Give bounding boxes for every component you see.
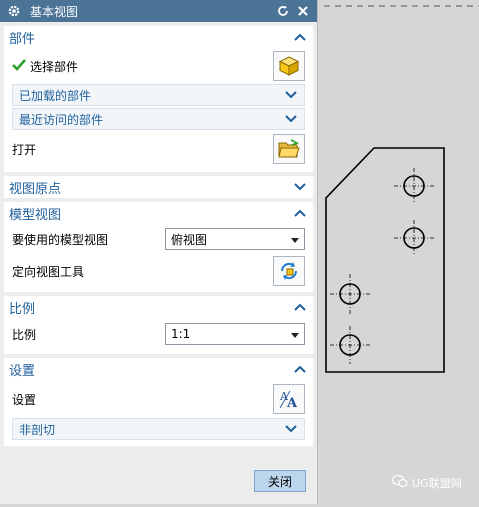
settings-button[interactable]: AA: [273, 384, 305, 414]
reset-icon[interactable]: [275, 3, 291, 19]
open-label: 打开: [12, 142, 37, 157]
text-style-icon: AA: [279, 390, 298, 410]
drawing-canvas[interactable]: [318, 0, 479, 504]
scale-select[interactable]: 1:1: [165, 323, 305, 345]
chevron-down-icon: [284, 112, 298, 126]
model-view-to-use-label: 要使用的模型视图: [12, 232, 109, 247]
chevron-down-icon: [284, 422, 298, 436]
select-part-label: 选择部件: [30, 59, 79, 74]
watermark: UG联盟网: [391, 474, 462, 491]
basic-view-dialog: 基本视图 部件 选择部件 已加载的部件 最近访问的部件 打开 视图原点 模型视图…: [0, 0, 318, 504]
model-view-section: 模型视图 要使用的模型视图 俯视图 定向视图工具: [4, 202, 313, 292]
view-origin-section: 视图原点: [4, 176, 313, 198]
loaded-parts-dropdown[interactable]: 已加载的部件: [12, 84, 305, 106]
check-icon: [12, 58, 26, 74]
part-outline-drawing: [324, 5, 479, 373]
dialog-titlebar: 基本视图: [0, 0, 317, 22]
recent-parts-dropdown[interactable]: 最近访问的部件: [12, 108, 305, 130]
settings-label: 设置: [12, 392, 37, 407]
view-origin-label: 视图原点: [9, 181, 62, 197]
part-section-header[interactable]: 部件: [4, 26, 313, 48]
orient-tool-row: 定向视图工具: [4, 254, 313, 288]
scale-section-label: 比例: [9, 301, 36, 317]
dialog-title: 基本视图: [30, 4, 79, 19]
dropdown-arrow-icon: [291, 327, 299, 341]
recent-parts-label: 最近访问的部件: [19, 112, 104, 127]
chevron-up-icon[interactable]: [293, 362, 307, 376]
model-view-header[interactable]: 模型视图: [4, 202, 313, 224]
orient-view-icon: [280, 262, 298, 280]
select-part-button[interactable]: [273, 51, 305, 81]
model-view-select[interactable]: 俯视图: [165, 228, 305, 250]
scale-row: 比例 1:1: [4, 318, 313, 350]
hole-feature: [394, 220, 434, 256]
select-part-row: 选择部件: [4, 48, 313, 84]
scale-header[interactable]: 比例: [4, 296, 313, 318]
chevron-up-icon[interactable]: [293, 30, 307, 44]
chevron-down-icon[interactable]: [293, 180, 307, 194]
svg-text:A: A: [286, 396, 298, 410]
model-view-row: 要使用的模型视图 俯视图: [4, 224, 313, 254]
scale-label: 比例: [12, 327, 37, 342]
chevron-up-icon[interactable]: [293, 300, 307, 314]
part-outline: [325, 147, 445, 373]
model-view-label: 模型视图: [9, 207, 62, 223]
chevron-down-icon: [284, 88, 298, 102]
open-row: 打开: [4, 130, 313, 168]
settings-row: 设置 AA: [4, 380, 313, 418]
non-section-label: 非剖切: [19, 422, 56, 437]
orient-tool-label: 定向视图工具: [12, 264, 85, 279]
hole-feature: [330, 274, 370, 314]
loaded-parts-label: 已加载的部件: [19, 88, 92, 103]
scale-section: 比例 比例 1:1: [4, 296, 313, 354]
orient-tool-button[interactable]: [273, 256, 305, 286]
dropdown-arrow-icon: [291, 232, 299, 246]
settings-section: 设置 设置 AA 非剖切: [4, 358, 313, 446]
close-button[interactable]: 关闭: [254, 470, 306, 492]
part-section: 部件 选择部件 已加载的部件 最近访问的部件 打开: [4, 26, 313, 172]
open-folder-icon: [278, 139, 300, 158]
scale-select-value: 1:1: [171, 327, 191, 341]
open-button[interactable]: [273, 134, 305, 164]
settings-section-label: 设置: [9, 363, 36, 379]
part-section-label: 部件: [9, 31, 36, 47]
cube-icon: [278, 56, 300, 76]
hole-feature: [330, 326, 370, 364]
view-origin-header[interactable]: 视图原点: [4, 176, 313, 198]
non-section-dropdown[interactable]: 非剖切: [12, 418, 305, 440]
watermark-text: UG联盟网: [412, 476, 462, 490]
close-icon[interactable]: [295, 3, 311, 19]
model-view-select-value: 俯视图: [171, 232, 208, 247]
hole-feature: [394, 168, 434, 204]
chevron-up-icon[interactable]: [293, 206, 307, 220]
settings-header[interactable]: 设置: [4, 358, 313, 380]
chat-bubble-icon: [391, 474, 408, 491]
gear-icon[interactable]: [6, 3, 22, 19]
